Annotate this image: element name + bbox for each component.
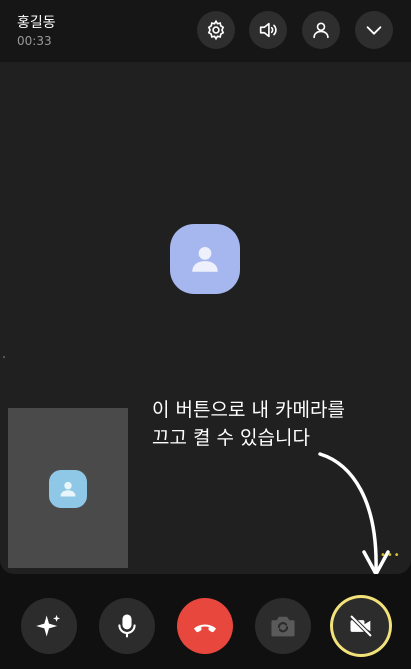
call-timer: 00:33 (17, 34, 52, 48)
self-preview-window[interactable] (8, 408, 128, 568)
switch-camera-button[interactable] (255, 598, 311, 654)
speaker-icon (259, 22, 277, 38)
end-call-icon (193, 624, 217, 633)
self-avatar (49, 470, 87, 508)
switch-camera-icon (271, 616, 295, 637)
stray-dot (3, 356, 5, 358)
annotation-line-1: 이 버튼으로 내 카메라를 (152, 399, 345, 421)
person-icon (60, 481, 76, 497)
person-icon (313, 22, 329, 39)
contact-button[interactable] (302, 11, 340, 49)
gear-icon (207, 19, 225, 41)
camera-off-button[interactable] (333, 598, 389, 654)
end-call-button[interactable] (177, 598, 233, 654)
tutorial-annotation: 이 버튼으로 내 카메라를 끄고 켤 수 있습니다 (152, 396, 392, 452)
remote-avatar (170, 224, 240, 294)
mute-button[interactable] (99, 598, 155, 654)
minimize-button[interactable] (355, 11, 393, 49)
speaker-button[interactable] (249, 11, 287, 49)
camera-off-icon (349, 614, 373, 638)
caller-name: 홍길동 (17, 15, 56, 31)
sparkle-effects-icon (36, 614, 61, 637)
settings-button[interactable] (197, 11, 235, 49)
person-icon (192, 246, 218, 272)
yellow-dots: ••• (380, 550, 401, 561)
chevron-down-icon (366, 26, 382, 35)
call-controls-bar (0, 574, 411, 669)
call-header: 홍길동 00:33 (0, 0, 411, 62)
effects-button[interactable] (21, 598, 77, 654)
microphone-icon (118, 614, 136, 638)
